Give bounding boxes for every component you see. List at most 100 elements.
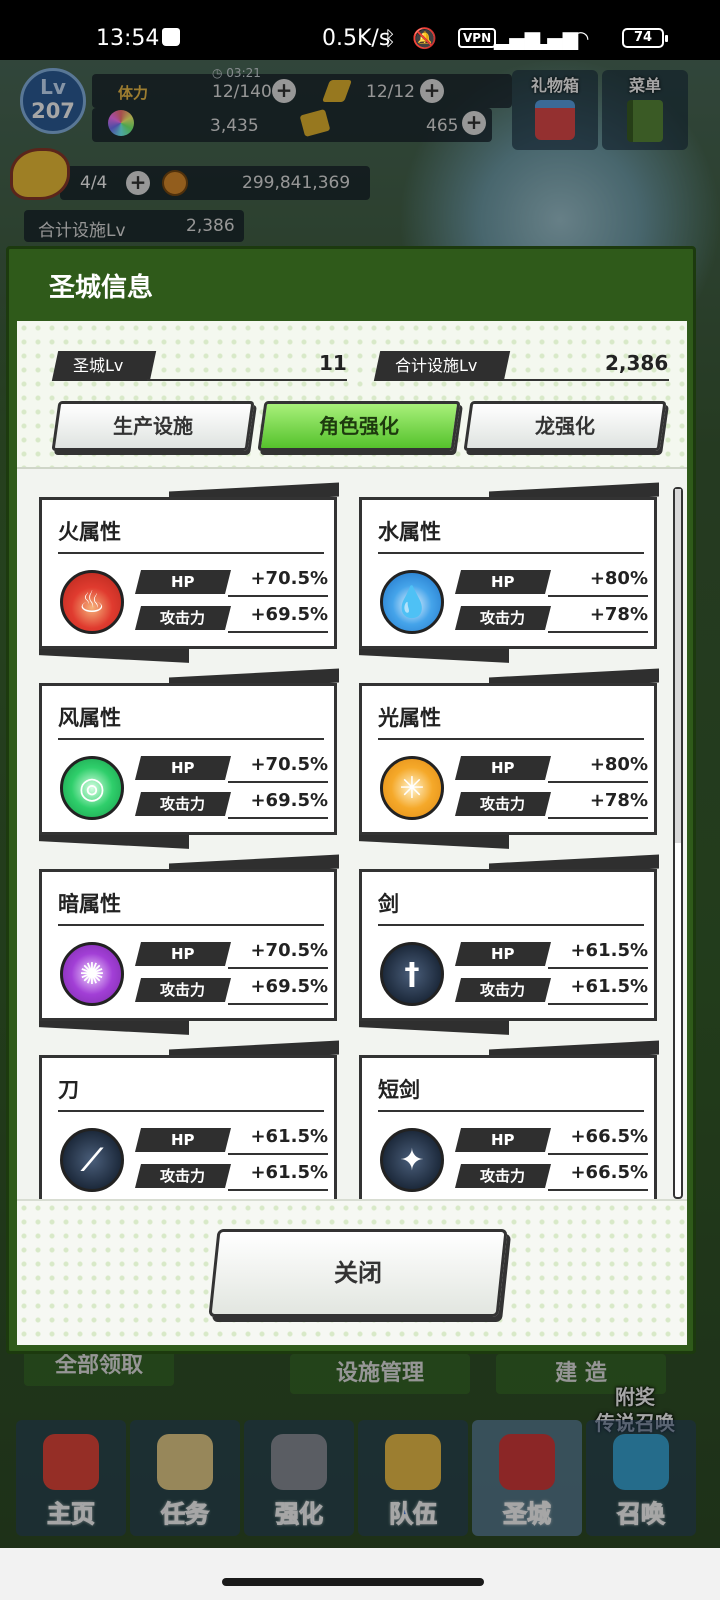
divider	[228, 1003, 328, 1005]
atk-row: 攻击力 +78%	[455, 790, 648, 819]
card-title: 暗属性	[58, 892, 121, 916]
atk-tag: 攻击力	[455, 606, 551, 630]
divider	[228, 595, 328, 597]
hp-tag: HP	[135, 942, 231, 966]
bonus-card: 短剑 ✦ HP +66.5% 攻击力 +66.5%	[359, 1040, 659, 1199]
hp-row: HP +70.5%	[135, 568, 328, 597]
hp-value: +61.5%	[570, 940, 648, 961]
divider	[378, 738, 644, 740]
atk-label: 攻击力	[160, 981, 206, 999]
bonus-list[interactable]: 火属性 ♨ HP +70.5% 攻击力 +69.5% 水属性 💧 HP +80% 攻击力 +78% 风属…	[17, 467, 687, 1199]
atk-value: +69.5%	[250, 976, 328, 997]
divider	[228, 781, 328, 783]
hp-value: +70.5%	[250, 940, 328, 961]
atk-label: 攻击力	[480, 795, 526, 813]
tab-dragon-enhance[interactable]: 龙强化	[463, 401, 667, 451]
hp-row: HP +80%	[455, 754, 648, 783]
blade-icon: ⟋	[60, 1128, 124, 1192]
hp-value: +70.5%	[250, 754, 328, 775]
network-speed: 0.5K/s	[322, 26, 391, 51]
card-body: 刀 ⟋ HP +61.5% 攻击力 +61.5%	[39, 1055, 337, 1199]
card-title: 光属性	[378, 706, 441, 730]
card-body: 光属性 ✳ HP +80% 攻击力 +78%	[359, 683, 657, 835]
divider	[58, 924, 324, 926]
atk-tag: 攻击力	[135, 792, 231, 816]
dagger-icon: ✦	[380, 1128, 444, 1192]
atk-row: 攻击力 +61.5%	[135, 1162, 328, 1191]
castle-info-dialog: 圣城信息 圣城Lv 11 合计设施Lv 2,386 生产设施 角色强化 龙强化 …	[6, 246, 696, 1354]
atk-value: +69.5%	[250, 604, 328, 625]
hp-label: HP	[171, 759, 195, 777]
hp-row: HP +70.5%	[135, 940, 328, 969]
divider	[228, 967, 328, 969]
hp-value: +66.5%	[570, 1126, 648, 1147]
tab-production[interactable]: 生产设施	[51, 401, 255, 451]
hp-label: HP	[491, 1131, 515, 1149]
divider	[548, 631, 648, 633]
total-lv-tag: 合计设施Lv	[373, 351, 511, 381]
card-title: 剑	[378, 892, 399, 916]
scrollbar[interactable]	[673, 487, 683, 1199]
atk-row: 攻击力 +69.5%	[135, 976, 328, 1005]
card-body: 暗属性 ✺ HP +70.5% 攻击力 +69.5%	[39, 869, 337, 1021]
hp-row: HP +80%	[455, 568, 648, 597]
tab-character-enhance[interactable]: 角色强化	[257, 401, 461, 451]
hp-value: +80%	[589, 754, 648, 775]
hp-label: HP	[491, 573, 515, 591]
bonus-card: 光属性 ✳ HP +80% 攻击力 +78%	[359, 668, 659, 849]
wind-icon: ◎	[60, 756, 124, 820]
tab-label: 生产设施	[113, 414, 193, 438]
hp-value: +70.5%	[250, 568, 328, 589]
divider	[548, 781, 648, 783]
bluetooth-icon: ᛒ	[384, 26, 396, 50]
divider	[548, 817, 648, 819]
atk-label: 攻击力	[160, 609, 206, 627]
atk-row: 攻击力 +69.5%	[135, 790, 328, 819]
atk-value: +66.5%	[570, 1162, 648, 1183]
hp-tag: HP	[135, 570, 231, 594]
close-button[interactable]: 关闭	[208, 1229, 508, 1317]
hp-value: +80%	[589, 568, 648, 589]
atk-value: +78%	[589, 790, 648, 811]
castle-lv-tag: 圣城Lv	[51, 351, 157, 381]
dialog-footer: 关闭	[17, 1199, 687, 1345]
dialog-header: 圣城Lv 11 合计设施Lv 2,386 生产设施 角色强化 龙强化	[17, 321, 687, 467]
hp-row: HP +70.5%	[135, 754, 328, 783]
water-icon: 💧	[380, 570, 444, 634]
vpn-icon: VPN	[458, 28, 497, 48]
atk-tag: 攻击力	[135, 606, 231, 630]
battery-icon: 74	[622, 28, 668, 48]
atk-label: 攻击力	[480, 1167, 526, 1185]
atk-value: +78%	[589, 604, 648, 625]
bonus-card: 水属性 💧 HP +80% 攻击力 +78%	[359, 482, 659, 663]
scrollbar-thumb[interactable]	[675, 489, 681, 843]
hp-label: HP	[171, 945, 195, 963]
atk-tag: 攻击力	[455, 792, 551, 816]
divider	[548, 1003, 648, 1005]
home-indicator[interactable]	[222, 1578, 484, 1586]
atk-tag: 攻击力	[135, 978, 231, 1002]
hp-tag: HP	[135, 1128, 231, 1152]
light-icon: ✳	[380, 756, 444, 820]
mute-icon: 🔕	[412, 26, 437, 50]
divider	[548, 1153, 648, 1155]
atk-row: 攻击力 +66.5%	[455, 1162, 648, 1191]
hp-value: +61.5%	[250, 1126, 328, 1147]
wifi-icon: ◠	[572, 26, 590, 50]
status-bar: 13:54 0.5K/s ᛒ 🔕 VPN ▂▄▆ ▂▄▆ ◠ 74	[0, 0, 720, 60]
atk-value: +69.5%	[250, 790, 328, 811]
total-lv-value: 2,386	[605, 351, 669, 375]
atk-label: 攻击力	[160, 1167, 206, 1185]
dark-icon: ✺	[60, 942, 124, 1006]
hp-label: HP	[171, 573, 195, 591]
divider	[228, 817, 328, 819]
atk-tag: 攻击力	[455, 978, 551, 1002]
hp-row: HP +66.5%	[455, 1126, 648, 1155]
bonus-card: 刀 ⟋ HP +61.5% 攻击力 +61.5%	[39, 1040, 339, 1199]
divider	[548, 595, 648, 597]
hp-row: HP +61.5%	[455, 940, 648, 969]
card-body: 剑 † HP +61.5% 攻击力 +61.5%	[359, 869, 657, 1021]
card-body: 风属性 ◎ HP +70.5% 攻击力 +69.5%	[39, 683, 337, 835]
clock: 13:54	[96, 26, 160, 51]
atk-value: +61.5%	[250, 1162, 328, 1183]
